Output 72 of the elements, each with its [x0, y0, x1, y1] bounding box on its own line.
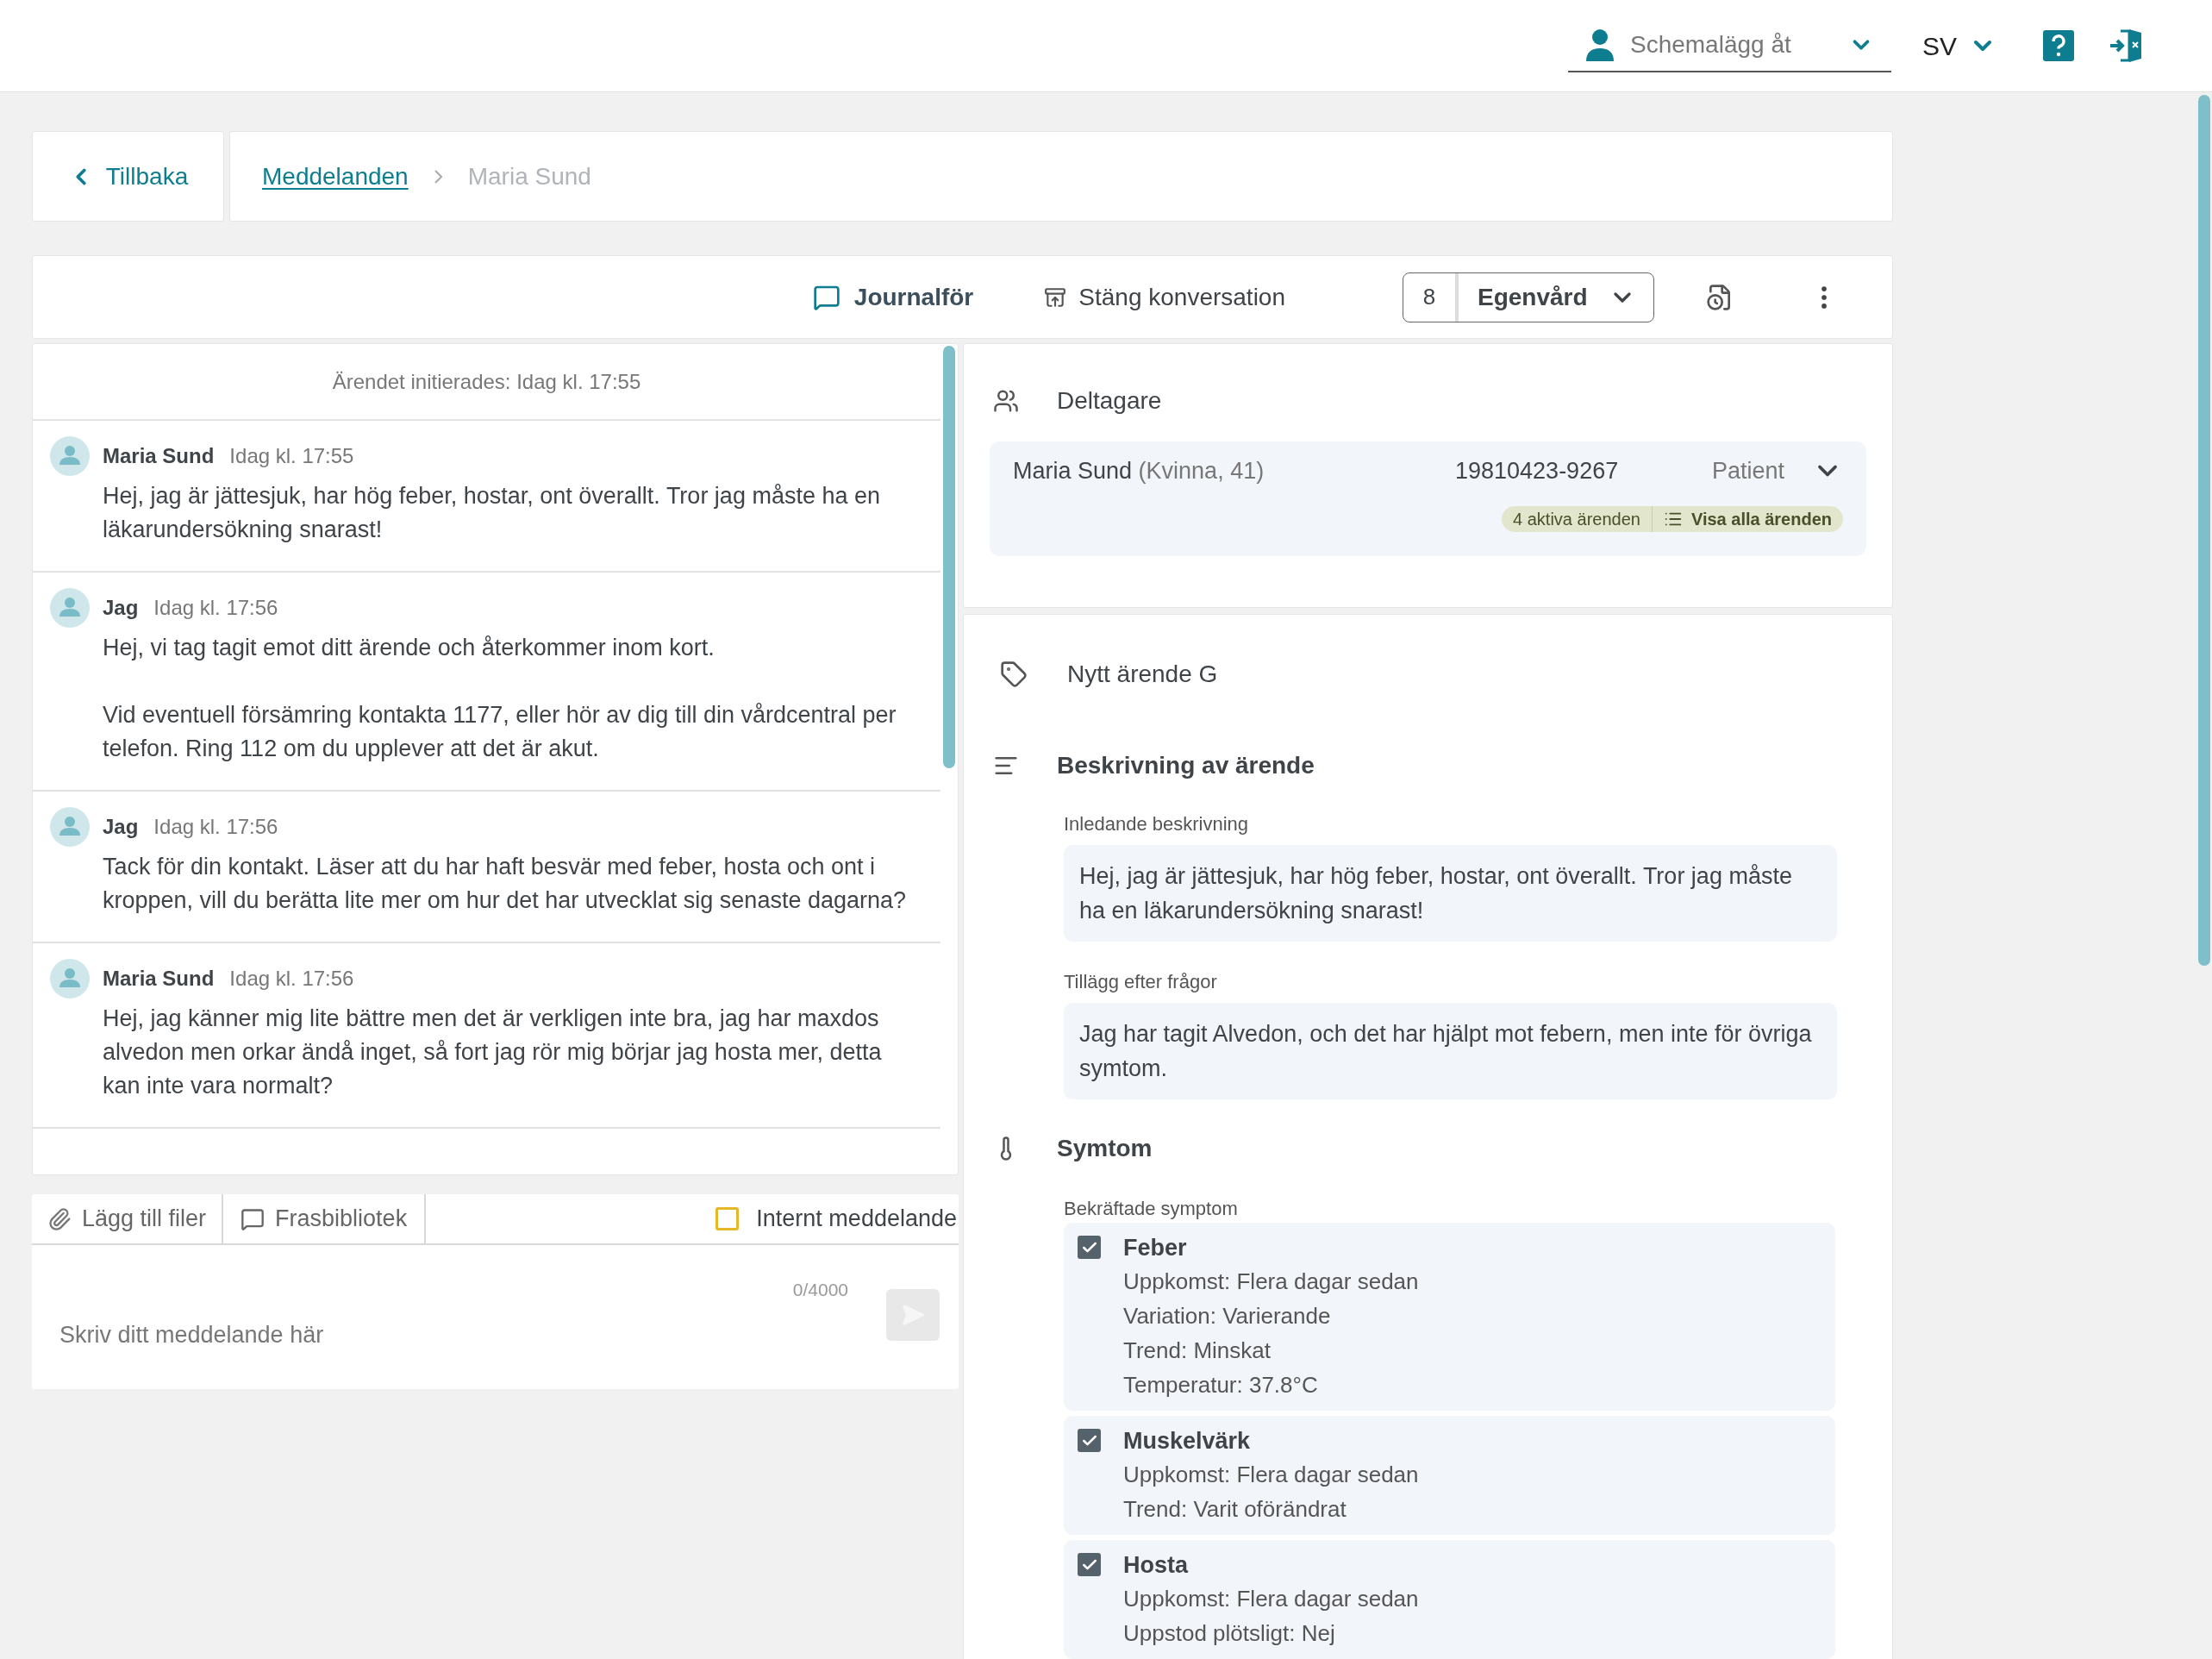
message-time: Idag kl. 17:56: [153, 595, 278, 621]
section-title: Symtom: [1057, 1134, 1153, 1163]
message-text: Tack för din kontakt. Läser att du har haft besvär med feber, hosta och ont i kroppen, vill du berätta lite mer om hur det har utvecklat sig senaste dagarna?: [103, 853, 907, 915]
help-icon[interactable]: [2043, 30, 2074, 61]
participant-role: Patient: [1712, 457, 1786, 485]
section-title: Deltagare: [1057, 386, 1162, 416]
group-icon: [993, 388, 1019, 414]
avatar-icon: [50, 807, 90, 847]
initiated-text: Ärendet initierades: Idag kl. 17:55: [332, 368, 641, 395]
show-all-cases-button[interactable]: Visa alla ärenden: [1652, 505, 1843, 532]
back-button[interactable]: Tillbaka: [32, 131, 224, 222]
symptom-detail: Uppstod plötsligt: Nej: [1123, 1619, 1336, 1648]
symptom-checkbox[interactable]: [1078, 1553, 1101, 1576]
participant-name: Maria Sund (Kvinna, 41): [1013, 457, 1265, 485]
paperclip-icon: [47, 1206, 72, 1231]
field-value: Hej, jag är jättesjuk, har hög feber, hostar, ont överallt. Tror jag måste ha en läkarundersökning snarast!: [1064, 845, 1837, 942]
category-select[interactable]: 8 Egenvård: [1403, 272, 1654, 322]
message-author: Maria Sund: [103, 966, 215, 992]
section-title: Beskrivning av ärende: [1057, 751, 1315, 780]
symptom-name: Muskelvärk: [1123, 1427, 1252, 1456]
language-select[interactable]: SV: [1921, 26, 1996, 66]
tag-icon: [1000, 660, 1028, 688]
symptom-detail: Variation: Varierande: [1123, 1302, 1332, 1330]
internal-label: Internt meddelande: [756, 1205, 957, 1234]
symptom-checkbox[interactable]: [1078, 1236, 1101, 1259]
active-cases-badge: 4 aktiva ärenden: [1502, 505, 1653, 532]
field-label: Inledande beskrivning: [1064, 812, 1250, 836]
message-text: Vid eventuell försämring kontakta 1177, eller hör av dig till din vårdcentral per telefon. Ring 112 om du upplever att det är akut.: [103, 701, 897, 763]
close-conversation-button[interactable]: Stäng konversation: [1044, 279, 1285, 316]
symptom-detail: Trend: Varit oförändrat: [1123, 1495, 1347, 1524]
symptom-detail: Trend: Minskat: [1123, 1337, 1272, 1365]
case-title: Nytt ärende G: [1067, 660, 1218, 689]
symptom-detail: Uppkomst: Flera dagar sedan: [1123, 1268, 1419, 1296]
category-count: 8: [1403, 272, 1459, 322]
message-author: Maria Sund: [103, 443, 215, 469]
message-text: Hej, jag känner mig lite bättre men det är verkligen inte bra, jag har maxdos alvedon men orkar ändå inget, så fort jag rör mig börjar jag hosta mer, detta kan inte vara normalt?: [103, 1005, 883, 1100]
internal-checkbox[interactable]: [715, 1207, 740, 1230]
avatar-icon: [50, 436, 90, 476]
schedule-placeholder: Schemalägg åt: [1629, 30, 1792, 59]
message-text: Hej, vi tag tagit emot ditt ärende och återkommer inom kort.: [103, 634, 715, 662]
comment-icon: [241, 1206, 266, 1231]
participant-id: 19810423-9267: [1455, 457, 1620, 485]
message-time: Idag kl. 17:55: [229, 443, 354, 469]
message-author: Jag: [103, 814, 139, 840]
character-counter: 0/4000: [792, 1279, 848, 1301]
symptom-name: Feber: [1123, 1234, 1188, 1262]
schedule-select[interactable]: Schemalägg åt: [1567, 19, 1891, 72]
logout-icon[interactable]: [2109, 28, 2143, 64]
avatar-icon: [50, 588, 90, 628]
message-text: Hej, jag är jättesjuk, har hög feber, hostar, ont överallt. Tror jag måste ha en läkarundersökning snarast!: [103, 482, 881, 544]
message-author: Jag: [103, 595, 139, 621]
symptom-detail: Uppkomst: Flera dagar sedan: [1123, 1461, 1419, 1489]
message-time: Idag kl. 17:56: [229, 966, 354, 992]
archive-icon: [1044, 285, 1067, 309]
attach-files-button[interactable]: Lägg till filer: [32, 1194, 224, 1243]
field-label: Bekräftade symptom: [1064, 1197, 1239, 1221]
field-value: Jag har tagit Alvedon, och det har hjälpt mot febern, men inte för övriga symtom.: [1064, 1003, 1837, 1099]
field-label: Tillägg efter frågor: [1064, 970, 1218, 994]
person-icon: [1584, 28, 1615, 61]
chevron-right-icon: [434, 169, 442, 184]
symptom-checkbox[interactable]: [1078, 1429, 1101, 1452]
message-input[interactable]: Skriv ditt meddelande här: [59, 1318, 793, 1352]
message-time: Idag kl. 17:56: [153, 814, 278, 840]
breadcrumb-link[interactable]: Meddelanden: [262, 158, 409, 195]
breadcrumb-current: Maria Sund: [467, 161, 591, 191]
symptom-name: Hosta: [1123, 1551, 1190, 1580]
symptom-detail: Uppkomst: Flera dagar sedan: [1123, 1585, 1419, 1613]
journal-button[interactable]: Journalför: [812, 279, 974, 316]
avatar-icon: [50, 959, 90, 999]
category-value: Egenvård: [1477, 282, 1589, 312]
phrase-library-button[interactable]: Frasbibliotek: [223, 1194, 427, 1243]
symptom-detail: Temperatur: 37.8°C: [1123, 1371, 1319, 1399]
